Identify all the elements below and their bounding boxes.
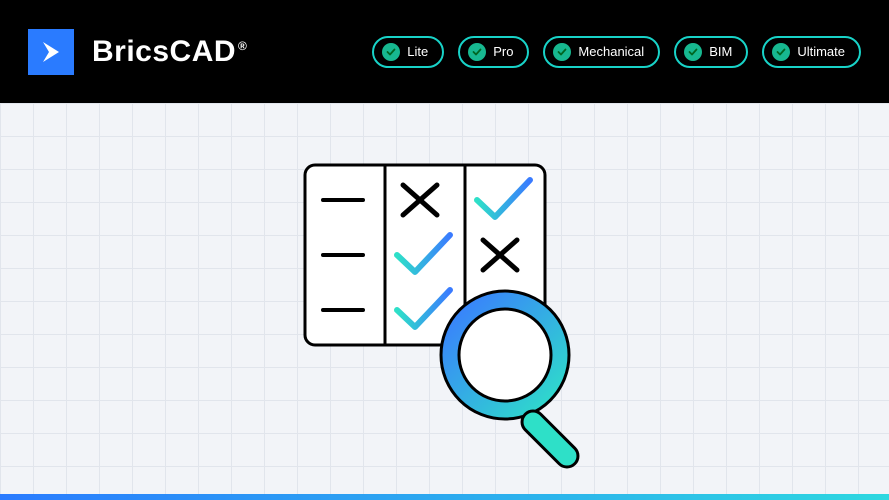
check-icon: [468, 43, 486, 61]
brand-logo: [28, 29, 74, 75]
logo-arrow-icon: [37, 38, 65, 66]
edition-pill-ultimate[interactable]: Ultimate: [762, 36, 861, 68]
edition-pill-bim[interactable]: BIM: [674, 36, 748, 68]
check-icon: [382, 43, 400, 61]
edition-pill-lite[interactable]: Lite: [372, 36, 444, 68]
brand-name: BricsCAD®: [92, 35, 245, 69]
pill-label: BIM: [709, 44, 732, 59]
check-icon: [772, 43, 790, 61]
bottom-accent-bar: [0, 494, 889, 500]
comparison-illustration: [295, 160, 595, 485]
header: BricsCAD® Lite Pro Mechanical BIM: [0, 0, 889, 103]
edition-pill-pro[interactable]: Pro: [458, 36, 529, 68]
pill-label: Pro: [493, 44, 513, 59]
pill-label: Ultimate: [797, 44, 845, 59]
check-icon: [553, 43, 571, 61]
brand-trademark: ®: [238, 39, 247, 53]
edition-pills: Lite Pro Mechanical BIM Ultimate: [372, 36, 861, 68]
pill-label: Mechanical: [578, 44, 644, 59]
edition-pill-mechanical[interactable]: Mechanical: [543, 36, 660, 68]
check-icon: [684, 43, 702, 61]
brand-text: BricsCAD: [92, 35, 236, 68]
magnifier-icon: [441, 291, 583, 472]
pill-label: Lite: [407, 44, 428, 59]
